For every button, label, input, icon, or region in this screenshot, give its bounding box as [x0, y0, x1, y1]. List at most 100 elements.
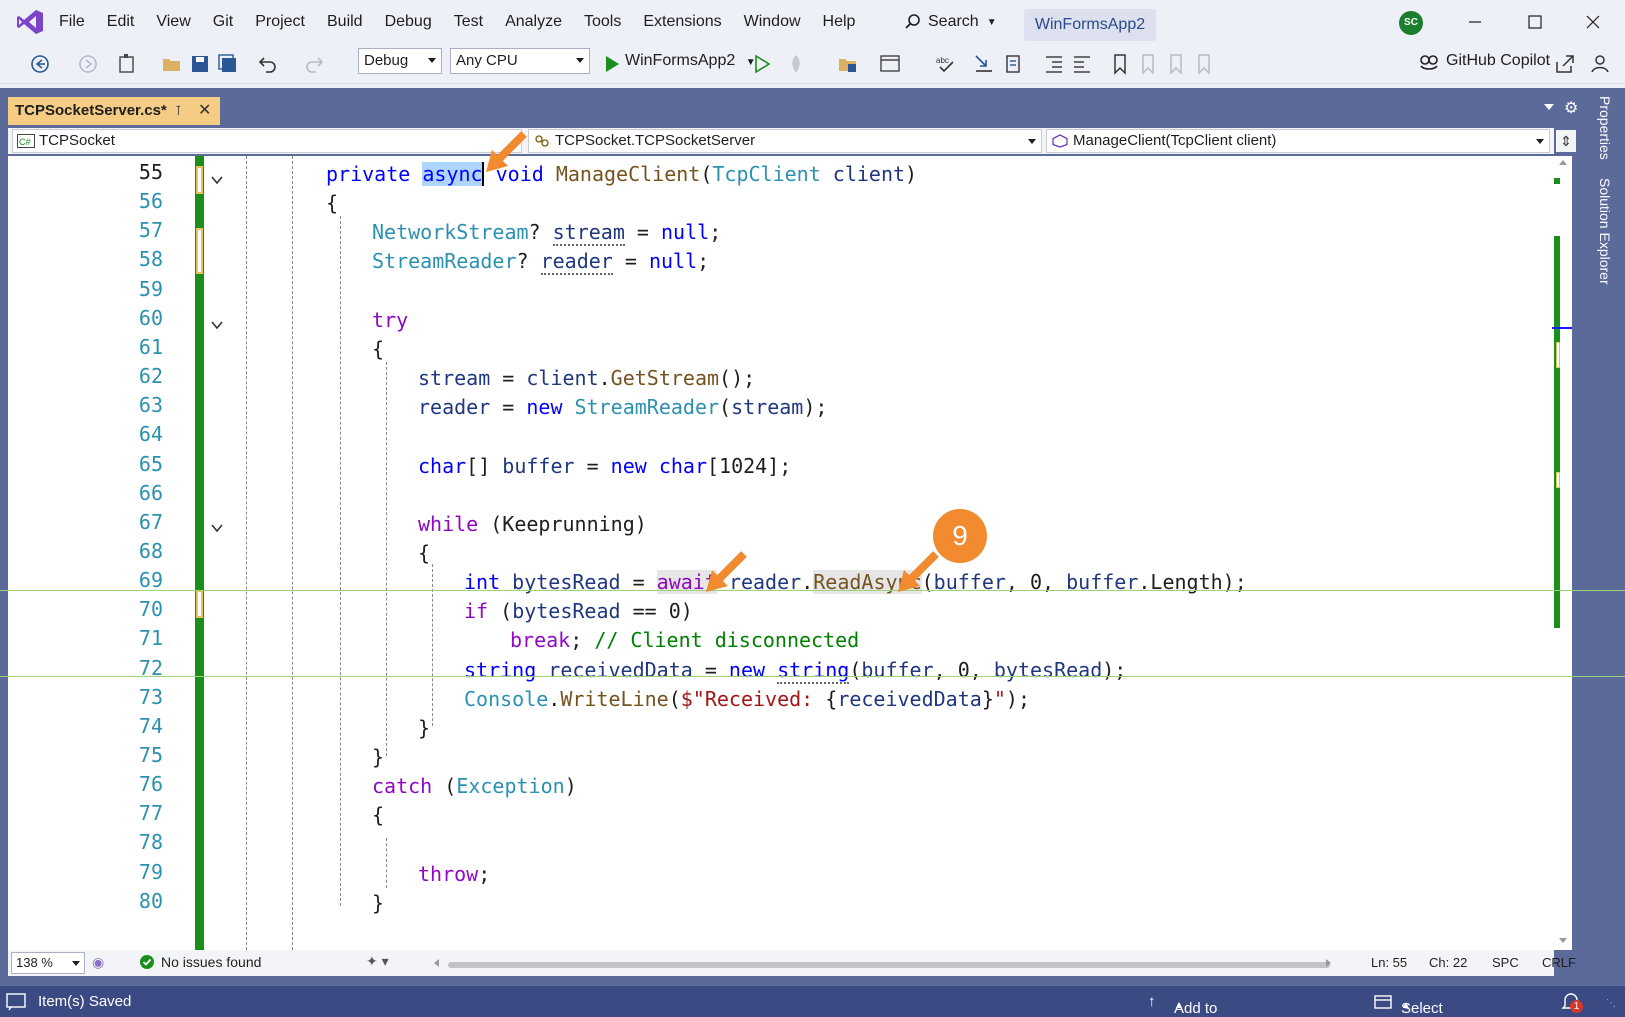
member-dropdown[interactable]: ManageClient(TcpClient client): [1046, 129, 1550, 153]
github-copilot-button[interactable]: GitHub Copilot: [1418, 51, 1550, 71]
configuration-dropdown[interactable]: Debug: [358, 48, 442, 74]
annotation-arrow-icon: [486, 131, 527, 172]
gear-icon[interactable]: ⚙: [1564, 98, 1578, 118]
next-bookmark-icon[interactable]: [1164, 52, 1188, 76]
editor-status-strip: 138 % ◉ No issues found ✦ ▾ Ln: 55 Ch: 2…: [8, 950, 1576, 976]
line-indicator[interactable]: Ln: 55: [1371, 955, 1407, 970]
menu-build[interactable]: Build: [316, 7, 374, 37]
menu-file[interactable]: File: [48, 7, 96, 37]
save-icon[interactable]: [188, 52, 212, 76]
project-name: TCPSocket: [39, 132, 115, 149]
line-number: 58: [138, 247, 163, 272]
menu-project[interactable]: Project: [244, 7, 316, 37]
code-line: {: [418, 540, 431, 565]
tab-tcpsocketserver[interactable]: TCPSocketServer.cs* ⊺ ✕: [8, 97, 220, 125]
feedback-icon[interactable]: [1588, 52, 1612, 76]
window-layout-icon[interactable]: [878, 52, 902, 76]
menu-git[interactable]: Git: [202, 7, 244, 37]
clear-bookmarks-icon[interactable]: [1192, 52, 1216, 76]
run-target-button[interactable]: WinFormsApp2 ▼: [625, 52, 756, 70]
menu-edit[interactable]: Edit: [96, 7, 146, 37]
minimize-icon[interactable]: [1460, 8, 1490, 36]
start-debugging-icon[interactable]: [600, 52, 624, 76]
scroll-up-icon[interactable]: [1559, 160, 1567, 165]
tab-close-icon[interactable]: ✕: [198, 97, 211, 125]
collapse-chevron-icon[interactable]: [210, 521, 224, 535]
zoom-dropdown[interactable]: 138 %: [11, 952, 85, 974]
collapse-chevron-icon[interactable]: [210, 318, 224, 332]
avatar[interactable]: SC: [1399, 11, 1423, 35]
resize-grip-icon[interactable]: ⋱: [1606, 998, 1616, 1009]
indent-icon[interactable]: [1042, 52, 1066, 76]
menu-debug[interactable]: Debug: [374, 7, 443, 37]
line-number: 63: [138, 393, 163, 418]
menu-extensions[interactable]: Extensions: [632, 7, 732, 37]
tab-solution-explorer[interactable]: Solution Explorer: [1597, 178, 1613, 285]
line-number: 57: [138, 218, 163, 243]
scroll-down-icon[interactable]: [1559, 938, 1567, 943]
line-number: 55: [138, 160, 163, 184]
new-project-icon[interactable]: [116, 52, 140, 76]
annotation-arrow-icon: [706, 551, 747, 592]
format-document-icon[interactable]: [1002, 52, 1026, 76]
code-line: while (Keeprunning): [418, 511, 647, 536]
line-number: 77: [138, 801, 163, 826]
menu-analyze[interactable]: Analyze: [494, 7, 573, 37]
line-ending-indicator[interactable]: CRLF: [1542, 955, 1576, 970]
close-icon[interactable]: [1578, 8, 1608, 36]
pin-icon[interactable]: ⊺: [175, 97, 182, 125]
save-all-icon[interactable]: [216, 52, 240, 76]
scroll-right-icon[interactable]: [1326, 959, 1331, 967]
navigate-back-icon[interactable]: [28, 52, 52, 76]
indicator-margin[interactable]: [8, 156, 40, 950]
column-indicator[interactable]: Ch: 22: [1429, 955, 1467, 970]
open-folder-icon[interactable]: [160, 52, 184, 76]
code-line: StreamReader? reader = null;: [372, 249, 710, 276]
vs-window: { "menu": { "items": ["File", "Edit", "V…: [0, 0, 1625, 1017]
share-icon[interactable]: [1553, 52, 1577, 76]
structure-guide: [386, 362, 387, 756]
previous-bookmark-icon[interactable]: [1136, 52, 1160, 76]
navigate-forward-icon[interactable]: [76, 52, 100, 76]
menu-window[interactable]: Window: [733, 7, 812, 37]
code-editor[interactable]: 55 56 57 58 59 60 61 62 63 64 65 66 67 68 69 70 71 72 73 74…: [8, 156, 1554, 950]
tab-properties[interactable]: Properties: [1597, 96, 1613, 160]
hot-reload-icon[interactable]: [784, 52, 808, 76]
line-number: 66: [138, 480, 163, 505]
code-line: catch (Exception): [372, 774, 577, 799]
scroll-left-icon[interactable]: [434, 959, 439, 967]
menu-tools[interactable]: Tools: [573, 7, 632, 37]
menu-test[interactable]: Test: [443, 7, 494, 37]
maximize-icon[interactable]: [1520, 8, 1550, 36]
step-into-icon[interactable]: [972, 52, 996, 76]
horizontal-scrollbar[interactable]: [448, 962, 1330, 968]
arrow-up-icon: ↑: [1148, 993, 1156, 1010]
check-icon: [140, 955, 154, 969]
menu-help[interactable]: Help: [812, 7, 867, 37]
class-dropdown[interactable]: TCPSocket.TCPSocketServer: [528, 129, 1042, 153]
project-dropdown[interactable]: C# TCPSocket: [12, 129, 522, 153]
platform-dropdown[interactable]: Any CPU: [450, 48, 590, 74]
undo-icon[interactable]: [256, 52, 280, 76]
repository-icon: [1374, 995, 1392, 1009]
annotation-arrow-icon: [898, 551, 939, 592]
svg-text:abc: abc: [936, 56, 949, 65]
spell-check-icon[interactable]: abc: [934, 52, 958, 76]
collapse-chevron-icon[interactable]: [210, 173, 224, 187]
outdent-icon[interactable]: [1070, 52, 1094, 76]
line-number: 79: [138, 859, 163, 884]
overview-top-marker: [1554, 178, 1560, 184]
bookmark-icon[interactable]: [1108, 52, 1132, 76]
whitespace-indicator[interactable]: SPC: [1492, 955, 1519, 970]
tab-overflow-icon[interactable]: [1544, 104, 1554, 110]
issues-indicator[interactable]: No issues found: [140, 954, 261, 970]
menu-view[interactable]: View: [145, 7, 201, 37]
split-editor-icon[interactable]: ⇕: [1556, 130, 1576, 152]
copilot-status-icon[interactable]: ◉: [92, 954, 104, 971]
search-box[interactable]: Search ▼: [904, 10, 997, 34]
line-number: 76: [138, 772, 163, 797]
code-cleanup-icon[interactable]: ✦ ▾: [366, 953, 389, 970]
solution-explorer-toolbar-icon[interactable]: [836, 52, 860, 76]
redo-icon[interactable]: [302, 52, 326, 76]
issues-label: No issues found: [161, 954, 262, 970]
